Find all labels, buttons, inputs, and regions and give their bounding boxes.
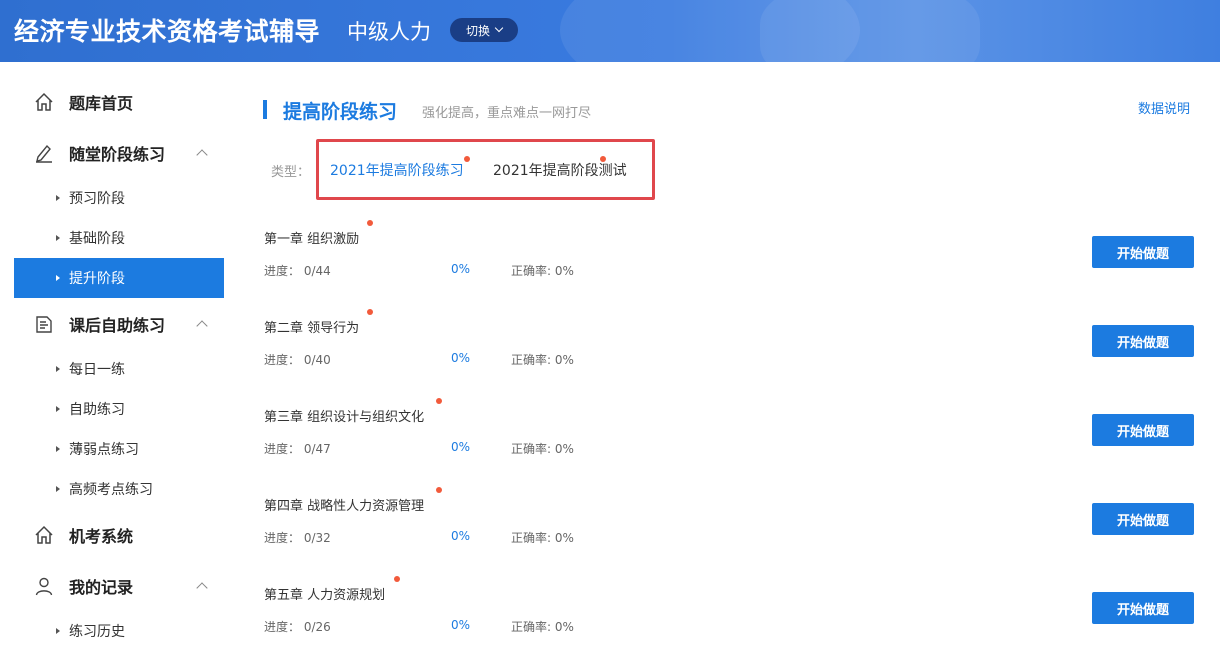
caret-right-icon	[56, 235, 60, 241]
sidebar-item-label: 机考系统	[69, 527, 134, 546]
sidebar-item-label: 高频考点练习	[69, 482, 153, 498]
start-practice-button[interactable]: 开始做题	[1092, 325, 1194, 357]
data-explanation-link[interactable]: 数据说明	[1138, 98, 1190, 117]
progress-label: 进度： 0/44	[264, 264, 331, 278]
switch-subject-button[interactable]: 切换	[450, 18, 518, 42]
type-tab-test[interactable]: 2021年提高阶段测试	[493, 160, 627, 180]
accuracy-label: 正确率: 0%	[511, 620, 574, 634]
sidebar-item-preview-stage[interactable]: 预习阶段	[14, 178, 224, 218]
accuracy-label: 正确率: 0%	[511, 531, 574, 545]
sidebar-item-high-frequency[interactable]: 高频考点练习	[14, 469, 224, 509]
type-label: 类型：	[271, 165, 311, 180]
start-practice-button[interactable]: 开始做题	[1092, 236, 1194, 268]
caret-right-icon	[56, 275, 60, 281]
new-dot-badge	[367, 220, 373, 226]
new-dot-badge	[436, 487, 442, 493]
progress-label: 进度： 0/26	[264, 620, 331, 634]
sidebar-item-exam-system[interactable]: 机考系统	[14, 515, 224, 555]
sidebar-item-label: 练习历史	[69, 624, 125, 640]
new-dot-badge	[464, 156, 470, 162]
progress-label: 进度： 0/32	[264, 531, 331, 545]
page-title: 提高阶段练习	[283, 101, 398, 123]
accuracy-label: 正确率: 0%	[511, 264, 574, 278]
sidebar-item-label: 课后自助练习	[69, 316, 166, 335]
home-icon	[35, 92, 53, 111]
progress-label: 进度： 0/40	[264, 353, 331, 367]
chapter-title: 第三章 组织设计与组织文化	[264, 410, 425, 425]
sidebar-item-daily-practice[interactable]: 每日一练	[14, 349, 224, 389]
start-practice-button[interactable]: 开始做题	[1092, 592, 1194, 624]
progress-percent: 0%	[451, 440, 471, 454]
page-description: 强化提高，重点难点一网打尽	[422, 106, 592, 121]
sidebar-item-weak-points[interactable]: 薄弱点练习	[14, 429, 224, 469]
sidebar-item-home[interactable]: 题库首页	[14, 82, 224, 122]
sidebar-item-label: 随堂阶段练习	[69, 145, 166, 164]
switch-label: 切换	[465, 23, 490, 38]
sidebar-item-advanced-stage[interactable]: 提升阶段	[14, 258, 224, 298]
sidebar-item-self-help[interactable]: 自助练习	[14, 389, 224, 429]
sidebar-item-label: 我的记录	[69, 578, 134, 597]
sidebar-item-label: 基础阶段	[69, 231, 125, 247]
sidebar: 题库首页 随堂阶段练习 预习阶段 基础阶段 提升阶段 课后自助练习 每日一练 自…	[14, 62, 224, 658]
new-dot-badge	[367, 309, 373, 315]
type-tab-practice[interactable]: 2021年提高阶段练习	[330, 160, 464, 180]
section-title-bar	[263, 100, 267, 119]
progress-percent: 0%	[451, 262, 471, 276]
progress-percent: 0%	[451, 618, 471, 632]
caret-right-icon	[56, 406, 60, 412]
chevron-up-icon[interactable]	[196, 149, 208, 161]
caret-right-icon	[56, 366, 60, 372]
app-title: 经济专业技术资格考试辅导	[14, 17, 321, 46]
chevron-up-icon[interactable]	[196, 320, 208, 332]
progress-label: 进度： 0/47	[264, 442, 331, 456]
sidebar-item-basic-stage[interactable]: 基础阶段	[14, 218, 224, 258]
chapter-title: 第一章 组织激励	[264, 232, 360, 247]
new-dot-badge	[436, 398, 442, 404]
chapter-title: 第四章 战略性人力资源管理	[264, 499, 425, 514]
caret-right-icon	[56, 628, 60, 634]
start-practice-button[interactable]: 开始做题	[1092, 414, 1194, 446]
chapter-title: 第二章 领导行为	[264, 321, 360, 336]
progress-percent: 0%	[451, 351, 471, 365]
home-icon	[35, 525, 53, 544]
chapter-title: 第五章 人力资源规划	[264, 588, 386, 603]
sidebar-item-label: 自助练习	[69, 402, 125, 418]
header-decoration	[760, 0, 980, 62]
new-dot-badge	[600, 156, 606, 162]
pen-icon	[36, 144, 52, 163]
sidebar-item-label: 薄弱点练习	[69, 442, 139, 458]
user-icon	[35, 577, 53, 596]
sidebar-item-label: 预习阶段	[69, 191, 125, 207]
accuracy-label: 正确率: 0%	[511, 353, 574, 367]
chevron-up-icon[interactable]	[196, 582, 208, 594]
progress-percent: 0%	[451, 529, 471, 543]
sidebar-item-self-practice[interactable]: 课后自助练习	[14, 304, 224, 344]
start-practice-button[interactable]: 开始做题	[1092, 503, 1194, 535]
caret-right-icon	[56, 486, 60, 492]
exam-subject: 中级人力	[347, 20, 431, 44]
sidebar-item-label: 每日一练	[69, 362, 125, 378]
chevron-down-icon	[494, 23, 504, 33]
notes-icon	[36, 316, 52, 333]
sidebar-item-my-records[interactable]: 我的记录	[14, 566, 224, 606]
sidebar-item-history[interactable]: 练习历史	[14, 611, 224, 651]
sidebar-item-class-practice[interactable]: 随堂阶段练习	[14, 133, 224, 173]
sidebar-item-label: 题库首页	[69, 94, 134, 113]
sidebar-item-label: 提升阶段	[69, 271, 125, 287]
caret-right-icon	[56, 446, 60, 452]
new-dot-badge	[394, 576, 400, 582]
top-header: 经济专业技术资格考试辅导 中级人力 切换	[0, 0, 1220, 62]
caret-right-icon	[56, 195, 60, 201]
accuracy-label: 正确率: 0%	[511, 442, 574, 456]
